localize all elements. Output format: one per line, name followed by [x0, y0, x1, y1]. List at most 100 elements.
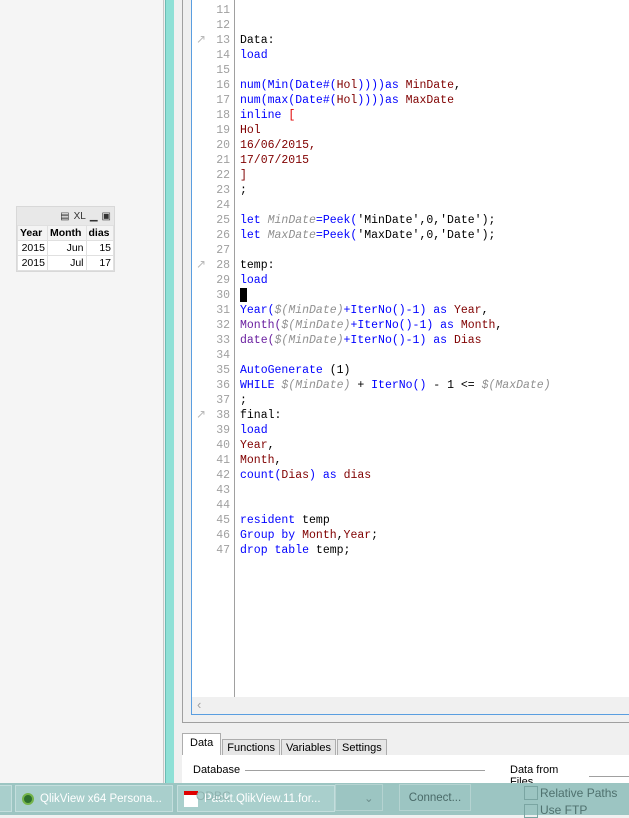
code-token: $(MinDate)	[274, 304, 344, 317]
code-text: num(Min(Date#(Hol))))as MinDate,	[240, 78, 461, 93]
code-token: ,	[336, 529, 344, 542]
line-number: 13	[216, 34, 230, 47]
use-ftp-checkbox[interactable]	[524, 804, 538, 818]
code-token: temp;	[315, 544, 351, 557]
connect-button[interactable]: Connect...	[399, 784, 471, 811]
code-token: $(MinDate)	[281, 319, 351, 332]
line-number: 35	[216, 364, 230, 377]
code-text: AutoGenerate (1)	[240, 363, 350, 378]
code-token: $(MaxDate)	[481, 379, 551, 392]
code-token: num(max(Date#(	[240, 94, 337, 107]
cell[interactable]: Jun	[46, 240, 87, 256]
text-cursor	[240, 288, 247, 302]
code-token: load	[240, 424, 268, 437]
code-text: date($(MinDate)+IterNo()-1) as Dias	[240, 333, 482, 348]
code-token: ,	[274, 454, 282, 467]
code-text	[240, 288, 247, 303]
relative-paths-label: Relative Paths	[540, 786, 618, 800]
code-token: ;	[371, 529, 379, 542]
line-number: 40	[216, 439, 230, 452]
line-number: 31	[216, 304, 230, 317]
table-row: 2015 Jun 15	[17, 240, 114, 256]
code-text: load	[240, 423, 268, 438]
code-text: Hol	[240, 123, 261, 138]
code-token: WHILE	[240, 379, 282, 392]
code-token: Month	[302, 529, 337, 542]
code-text: load	[240, 273, 268, 288]
code-token: drop table	[240, 544, 316, 557]
column-header-year[interactable]: Year	[17, 225, 48, 241]
code-token: 'MinDate',0,'Date'	[357, 214, 482, 227]
code-token: =Peek(	[315, 214, 358, 227]
code-token: dias	[343, 469, 372, 482]
scroll-left-icon[interactable]: ‹	[197, 697, 201, 712]
code-text: Month($(MinDate)+IterNo()-1) as Month,	[240, 318, 502, 333]
line-number: 25	[216, 214, 230, 227]
line-number: 37	[216, 394, 230, 407]
code-token: (1)	[329, 364, 351, 377]
code-token: +IterNo()-1)	[343, 334, 434, 347]
relative-paths-checkbox[interactable]	[524, 786, 538, 800]
code-text: inline [	[240, 108, 295, 123]
line-number: 46	[216, 529, 230, 542]
line-number: 33	[216, 334, 230, 347]
code-text: let MinDate=Peek('MinDate',0,'Date');	[240, 213, 495, 228]
code-text: Group by Month,Year;	[240, 528, 378, 543]
code-token: $(MinDate)	[274, 334, 344, 347]
code-token: Hol	[240, 124, 261, 137]
code-token: Year	[240, 439, 268, 452]
code-token: +	[350, 379, 372, 392]
line-number: 28	[216, 259, 230, 272]
code-token: inline	[240, 109, 289, 122]
code-token: load	[240, 49, 268, 62]
line-number: 36	[216, 379, 230, 392]
code-token: Dias	[453, 334, 482, 347]
taskbar-qlikview[interactable]: QlikView x64 Persona...	[15, 785, 173, 812]
maximize-icon[interactable]: ▣	[102, 211, 111, 222]
code-token: date(	[240, 334, 275, 347]
column-header-dias[interactable]: dias	[85, 225, 114, 241]
code-token: )	[309, 469, 323, 482]
code-text: ]	[240, 168, 247, 183]
table-box[interactable]: ▤ XL ▁ ▣ Year Month dias 2015 Jun 15 201…	[16, 206, 115, 272]
minimize-icon[interactable]: ▁	[90, 211, 98, 222]
line-number: 23	[216, 184, 230, 197]
cell[interactable]: 2015	[17, 255, 48, 271]
cell[interactable]: Jul	[46, 255, 87, 271]
cell[interactable]: 17	[85, 255, 114, 271]
code-token: ,	[453, 79, 461, 92]
cell[interactable]: 15	[85, 240, 114, 256]
code-token: [	[288, 109, 296, 122]
code-token: ))))	[357, 94, 385, 107]
code-token: MaxDate	[405, 94, 454, 107]
line-number: 15	[216, 64, 230, 77]
code-token: Data:	[240, 34, 275, 47]
code-token: );	[481, 214, 496, 227]
sheet-area: ▤ XL ▁ ▣ Year Month dias 2015 Jun 15 201…	[0, 0, 164, 783]
database-label: Database	[193, 764, 241, 776]
code-text: final:	[240, 408, 281, 423]
code-text: 17/07/2015	[240, 153, 309, 168]
xl-icon[interactable]: XL	[74, 211, 86, 222]
database-select[interactable]: ⌄	[335, 784, 383, 811]
code-token: let	[240, 214, 268, 227]
print-icon[interactable]: ▤	[60, 211, 69, 222]
qlikview-icon	[22, 792, 34, 805]
script-editor[interactable]: 11 12 ↗ 13 Data: 14 load 15 16 num(Min(Date#(Hol)…	[191, 0, 629, 715]
line-number: 19	[216, 124, 230, 137]
horizontal-scrollbar[interactable]: ‹	[192, 697, 629, 714]
line-number: 43	[216, 484, 230, 497]
column-header-month[interactable]: Month	[46, 225, 87, 241]
code-token: ))))	[357, 79, 385, 92]
code-token: ,	[481, 304, 489, 317]
code-token: ,	[267, 439, 275, 452]
line-number: 39	[216, 424, 230, 437]
code-token: temp	[302, 514, 330, 527]
taskbar-item[interactable]	[0, 785, 12, 812]
code-token: ;	[240, 394, 247, 407]
code-token: as	[384, 79, 406, 92]
code-text: num(max(Date#(Hol))))as MaxDate	[240, 93, 454, 108]
line-number: 34	[216, 349, 230, 362]
cell[interactable]: 2015	[17, 240, 48, 256]
code-token: MaxDate	[267, 229, 316, 242]
